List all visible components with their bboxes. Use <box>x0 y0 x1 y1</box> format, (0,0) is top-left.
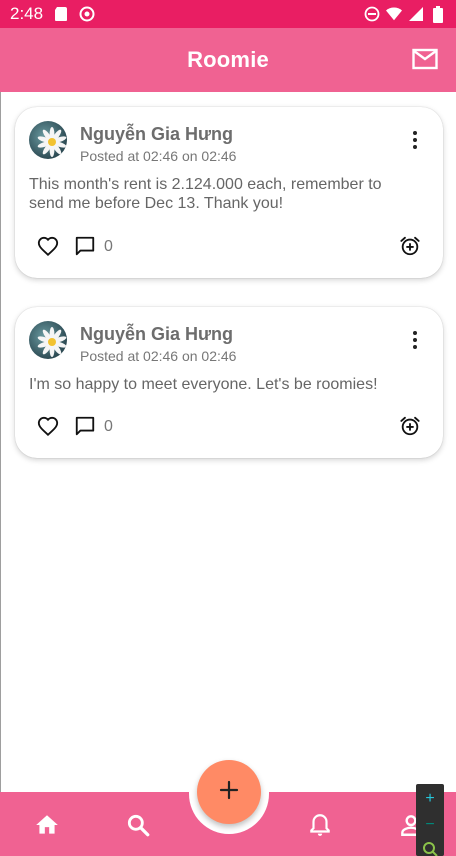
app-title: Roomie <box>187 47 269 72</box>
post-author: Nguyễn Gia Hưng <box>80 124 234 144</box>
sd-card-icon <box>53 6 69 22</box>
add-post-button[interactable] <box>197 760 261 824</box>
avatar[interactable] <box>29 121 67 159</box>
zoom-fit-icon[interactable] <box>421 840 439 856</box>
zoom-in-icon[interactable]: + <box>421 790 439 808</box>
post-actions: 0 <box>15 414 443 440</box>
post-card[interactable]: Nguyễn Gia Hưng Posted at 02:46 on 02:46… <box>15 107 443 278</box>
bell-icon[interactable] <box>307 812 333 838</box>
avatar[interactable] <box>29 321 67 359</box>
search-icon[interactable] <box>125 812 151 838</box>
comment-icon[interactable] <box>74 415 96 437</box>
post-author: Nguyễn Gia Hưng <box>80 324 234 344</box>
app-bar: Roomie <box>0 28 456 92</box>
comment-icon[interactable] <box>74 235 96 257</box>
signal-icon <box>408 6 424 22</box>
data-saver-icon <box>79 6 95 22</box>
battery-icon <box>430 5 446 23</box>
post-actions: 0 <box>15 234 443 260</box>
home-icon[interactable] <box>34 812 60 838</box>
add-alarm-icon[interactable] <box>399 415 421 437</box>
content-divider <box>0 92 1 792</box>
post-card[interactable]: Nguyễn Gia Hưng Posted at 02:46 on 02:46… <box>15 307 443 458</box>
post-text: This month's rent is 2.124.000 each, rem… <box>29 176 382 212</box>
add-alarm-icon[interactable] <box>399 235 421 257</box>
status-bar: 2:48 <box>0 0 456 28</box>
heart-icon[interactable] <box>37 416 59 438</box>
post-timestamp: Posted at 02:46 on 02:46 <box>80 148 237 164</box>
post-timestamp: Posted at 02:46 on 02:46 <box>80 348 237 364</box>
zoom-out-icon[interactable]: − <box>421 816 439 834</box>
wifi-icon <box>386 6 402 22</box>
more-vert-icon[interactable] <box>411 131 419 149</box>
do-not-disturb-icon <box>364 6 380 22</box>
more-vert-icon[interactable] <box>411 331 419 349</box>
post-text: I'm so happy to meet everyone. Let's be … <box>29 376 378 393</box>
add-icon <box>218 779 240 806</box>
zoom-controls: + − <box>416 784 444 856</box>
comment-count: 0 <box>104 418 113 435</box>
comment-count: 0 <box>104 238 113 255</box>
mail-icon[interactable] <box>412 48 438 70</box>
status-time: 2:48 <box>10 4 44 23</box>
heart-icon[interactable] <box>37 236 59 258</box>
